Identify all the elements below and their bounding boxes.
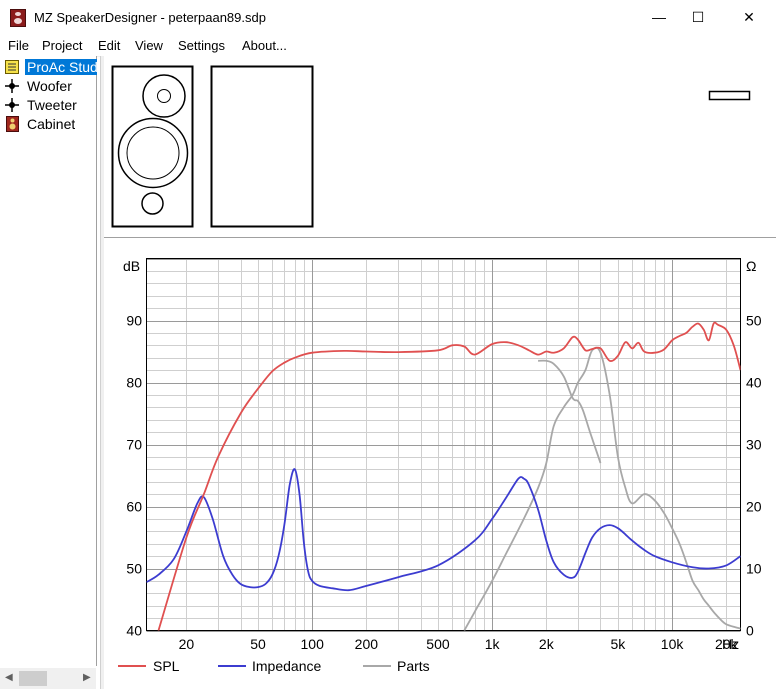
x-tick-label: 200: [355, 636, 379, 652]
maximize-button[interactable]: ☐: [675, 0, 721, 34]
x-tick-label: 100: [301, 636, 325, 652]
x-tick-label: 10k: [661, 636, 685, 652]
y-right-tick-label: 50: [746, 313, 762, 329]
maximize-icon: ☐: [691, 8, 705, 25]
chart-svg: 20 50 100 200 500 1k 2k 5k 10k 20k405060708090010…: [118, 258, 762, 674]
scroll-left-icon[interactable]: ◀: [5, 672, 13, 683]
speaker-app-icon: [10, 9, 26, 27]
x-tick-label: 1k: [485, 636, 501, 652]
x-tick-label: 20: [179, 636, 195, 652]
tree-item-tweeter[interactable]: Tweeter: [0, 96, 96, 115]
tree-item-label: Woofer: [27, 78, 72, 94]
cabinet-drawing: [111, 65, 751, 228]
y-right-tick-label: 40: [746, 375, 762, 391]
scroll-right-icon[interactable]: ▶: [83, 672, 91, 683]
cabinet-side-view: [210, 65, 314, 228]
tree-horizontal-scrollbar[interactable]: ◀ ▶: [0, 668, 96, 689]
tree-item-woofer[interactable]: Woofer: [0, 77, 96, 96]
series-line-parts-2: [538, 359, 602, 464]
menu-view[interactable]: View: [135, 38, 163, 53]
y-left-tick-label: 40: [126, 623, 142, 639]
right-axis-unit: Ω: [746, 258, 756, 274]
project-tree: ProAc Studio Woofer Tweeter Cabinet: [0, 56, 97, 666]
y-right-tick-label: 10: [746, 561, 762, 577]
menu-settings[interactable]: Settings: [178, 38, 225, 53]
series-line-parts: [463, 346, 741, 631]
tree-item-cabinet[interactable]: Cabinet: [0, 115, 96, 134]
menu-file[interactable]: File: [8, 38, 29, 53]
y-left-tick-label: 90: [126, 313, 142, 329]
cabinet-top-view: [708, 90, 751, 101]
y-right-tick-label: 30: [746, 437, 762, 453]
menu-project[interactable]: Project: [42, 38, 82, 53]
tree-item-label: Cabinet: [27, 116, 76, 132]
menu-bar: File Project Edit View Settings About...: [0, 34, 776, 57]
close-button[interactable]: ✕: [726, 0, 772, 34]
frequency-response-chart: 20 50 100 200 500 1k 2k 5k 10k 20k 40 50 60 70 80 90 0 10…: [104, 243, 776, 689]
title-bar: MZ SpeakerDesigner - peterpaan89.sdp — ☐…: [0, 0, 776, 34]
menu-about[interactable]: About...: [242, 38, 287, 53]
close-icon: ✕: [743, 8, 755, 25]
tree-item-label: ProAc Studio: [25, 59, 97, 75]
driver-icon: [5, 98, 19, 112]
y-left-tick-label: 80: [126, 375, 142, 391]
window-title: MZ SpeakerDesigner - peterpaan89.sdp: [34, 10, 266, 25]
x-tick-label: 50: [250, 636, 266, 652]
y-left-tick-label: 60: [126, 499, 142, 515]
legend-label-spl: SPL: [153, 658, 180, 674]
series-line-spl: [157, 321, 741, 631]
legend-label-impedance: Impedance: [252, 658, 321, 674]
y-right-tick-label: 20: [746, 499, 762, 515]
x-tick-label: 2k: [539, 636, 555, 652]
minimize-icon: —: [652, 9, 666, 25]
y-right-tick-label: 0: [746, 623, 754, 639]
driver-icon: [5, 79, 19, 93]
cabinet-icon: [6, 116, 19, 132]
tree-item-label: Tweeter: [27, 97, 77, 113]
x-axis-unit: Hz: [722, 636, 739, 652]
scroll-thumb[interactable]: [19, 671, 47, 686]
project-icon: [5, 60, 19, 74]
y-left-tick-label: 50: [126, 561, 142, 577]
chart-legend: SPL Impedance Parts: [118, 658, 430, 674]
cabinet-front-view: [111, 65, 194, 228]
y-left-tick-label: 70: [126, 437, 142, 453]
left-axis-unit: dB: [123, 258, 140, 274]
cabinet-preview: [104, 56, 776, 238]
x-tick-label: 5k: [611, 636, 627, 652]
legend-label-parts: Parts: [397, 658, 430, 674]
plot-frame: [146, 258, 741, 631]
menu-edit[interactable]: Edit: [98, 38, 120, 53]
tree-item-project[interactable]: ProAc Studio: [0, 58, 97, 77]
series-line-impedance: [146, 468, 741, 592]
x-tick-label: 500: [426, 636, 450, 652]
